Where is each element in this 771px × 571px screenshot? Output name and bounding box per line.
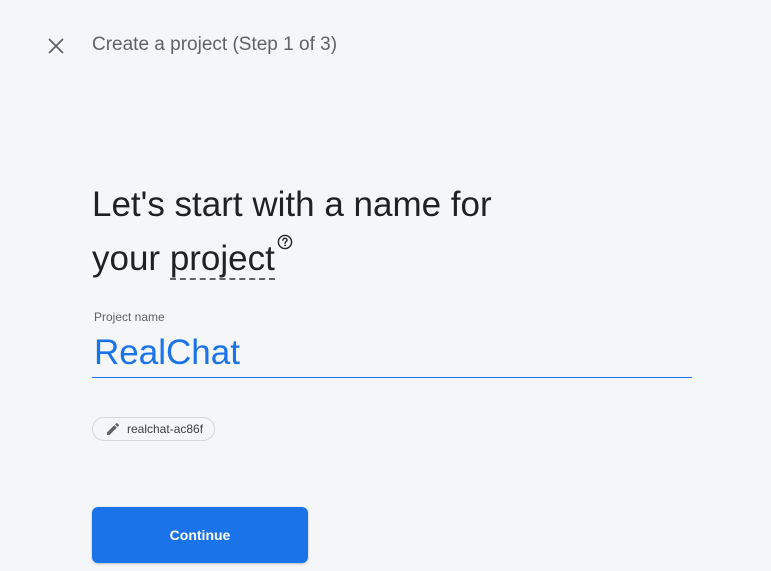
help-circle-icon[interactable] — [277, 234, 293, 250]
close-icon — [48, 38, 64, 54]
close-button[interactable] — [42, 32, 70, 60]
dialog-title: Create a project (Step 1 of 3) — [92, 34, 338, 55]
project-name-label: Project name — [94, 310, 165, 324]
page-heading: Let's start with a name for your project — [92, 178, 652, 286]
pencil-icon — [107, 422, 120, 435]
heading-line-2-prefix: your — [92, 239, 170, 278]
project-name-input[interactable] — [92, 328, 692, 378]
project-term[interactable]: project — [169, 240, 275, 280]
heading-line-1: Let's start with a name for — [92, 185, 492, 224]
project-id-chip[interactable]: realchat-ac86f — [92, 417, 216, 441]
top-bar: Create a project (Step 1 of 3) — [0, 0, 771, 92]
continue-button[interactable]: Continue — [92, 507, 308, 563]
project-id-text: realchat-ac86f — [127, 422, 204, 436]
